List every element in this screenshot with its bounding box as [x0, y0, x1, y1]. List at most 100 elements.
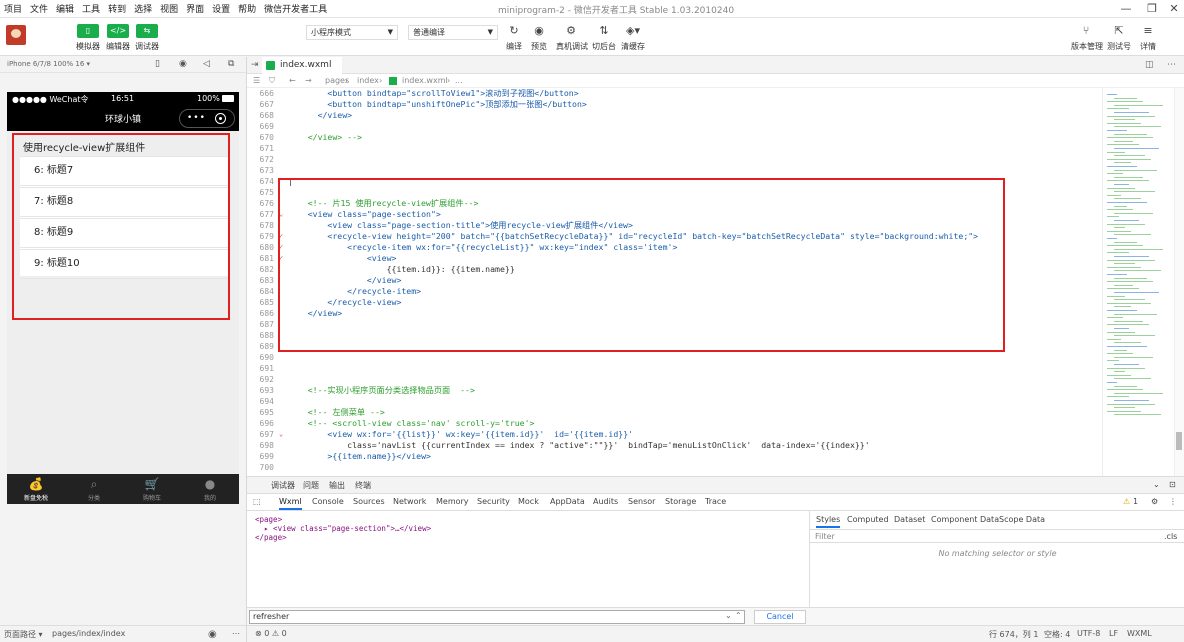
- tab-sensor[interactable]: Sensor: [628, 497, 655, 506]
- backstage-button[interactable]: ⇅ 切后台: [589, 24, 619, 52]
- popout-icon[interactable]: ⧉: [228, 59, 234, 69]
- test-account-button[interactable]: ⇱ 测试号: [1104, 24, 1134, 52]
- tab-scope-data[interactable]: Scope Data: [999, 515, 1045, 524]
- close-mini-icon[interactable]: [215, 113, 226, 124]
- tab-new-duty-free[interactable]: 💰 新盘免税: [7, 474, 65, 504]
- tab-audits[interactable]: Audits: [593, 497, 618, 506]
- menu-tools[interactable]: 工具: [78, 2, 104, 15]
- record-icon[interactable]: ◉: [179, 59, 187, 69]
- tree-node[interactable]: </page>: [255, 533, 287, 542]
- tab-index-wxml[interactable]: index.wxml: [262, 57, 342, 74]
- encoding[interactable]: UTF-8: [1077, 629, 1100, 638]
- details-button[interactable]: ≡ 详情: [1133, 24, 1163, 52]
- more-icon[interactable]: ⋯: [232, 629, 240, 638]
- eol[interactable]: LF: [1109, 629, 1118, 638]
- language-mode[interactable]: WXML: [1127, 629, 1152, 638]
- mode-select[interactable]: 小程序模式 ▼: [306, 25, 398, 40]
- phone-icon[interactable]: ▯: [155, 59, 160, 69]
- tab-mine[interactable]: ● 我的: [181, 474, 239, 504]
- chevron-down-icon[interactable]: ⌄: [725, 611, 732, 620]
- menu-edit[interactable]: 编辑: [52, 2, 78, 15]
- vertical-scrollbar[interactable]: [1174, 88, 1184, 476]
- sound-icon[interactable]: ◁: [203, 59, 210, 69]
- inspect-icon[interactable]: ⬚: [253, 497, 261, 506]
- tab-computed[interactable]: Computed: [847, 515, 889, 524]
- breadcrumb-item[interactable]: index.wxml: [402, 76, 448, 85]
- fold-marker-icon[interactable]: ⌄: [279, 429, 283, 440]
- find-input[interactable]: refresher: [249, 610, 745, 624]
- close-panel-icon[interactable]: ⊡: [1169, 480, 1176, 489]
- tab-console[interactable]: Console: [312, 497, 344, 506]
- menu-interface[interactable]: 界面: [182, 2, 208, 15]
- preview-button[interactable]: ◉ 预览: [524, 24, 554, 52]
- tab-issues[interactable]: 问题: [303, 480, 319, 491]
- simulator-button[interactable]: ▯ 模拟器: [71, 24, 105, 52]
- indent-setting[interactable]: 空格: 4: [1044, 629, 1070, 640]
- minimize-icon[interactable]: —: [1120, 2, 1132, 15]
- menu-settings[interactable]: 设置: [208, 2, 234, 15]
- tab-trace[interactable]: Trace: [705, 497, 726, 506]
- tab-memory[interactable]: Memory: [436, 497, 469, 506]
- tree-node[interactable]: ▸ <view class="page-section">…</view>: [255, 524, 431, 533]
- more-icon[interactable]: ⋯: [1167, 60, 1176, 70]
- avatar[interactable]: [6, 25, 26, 45]
- page-path-label[interactable]: 页面路径 ▾: [4, 629, 43, 640]
- compile-mode-select[interactable]: 普通编译 ▼: [408, 25, 498, 40]
- cls-toggle[interactable]: .cls: [1164, 532, 1177, 541]
- tab-storage[interactable]: Storage: [665, 497, 696, 506]
- remote-debug-button[interactable]: ⚙ 真机调试: [556, 24, 588, 52]
- menu-project[interactable]: 项目: [0, 2, 26, 15]
- close-icon[interactable]: ✕: [1168, 2, 1180, 15]
- minimize-panel-icon[interactable]: ⌄: [1153, 480, 1160, 489]
- problems-count[interactable]: ⊗ 0 ⚠ 0: [255, 629, 287, 638]
- tab-bar: 💰 新盘免税 ⌕ 分类 🛒 购物车 ● 我的: [7, 474, 239, 504]
- tab-component-data[interactable]: Component Data: [931, 515, 999, 524]
- chevron-up-icon[interactable]: ⌃: [735, 611, 742, 620]
- filter-input[interactable]: Filter: [815, 532, 835, 541]
- split-icon[interactable]: ◫: [1145, 60, 1154, 70]
- tab-category[interactable]: ⌕ 分类: [65, 474, 123, 504]
- tab-network[interactable]: Network: [393, 497, 426, 506]
- settings-icon[interactable]: ⚙: [1151, 497, 1158, 506]
- cursor-position[interactable]: 行 674，列 1: [989, 629, 1038, 640]
- capsule-button[interactable]: •••: [179, 109, 235, 128]
- debugger-button[interactable]: ⇆ 调试器: [130, 24, 164, 52]
- tab-styles[interactable]: Styles: [816, 515, 841, 528]
- breadcrumb-item[interactable]: ...: [455, 76, 463, 85]
- menu-help[interactable]: 帮助: [234, 2, 260, 15]
- menu-select[interactable]: 选择: [130, 2, 156, 15]
- menu-view[interactable]: 视图: [156, 2, 182, 15]
- back-icon[interactable]: ←: [289, 76, 296, 85]
- tab-sources[interactable]: Sources: [353, 497, 385, 506]
- version-button[interactable]: ⑂ 版本管理: [1071, 24, 1103, 52]
- cancel-button[interactable]: Cancel: [754, 610, 806, 624]
- collapse-icon[interactable]: ⇥: [251, 60, 259, 70]
- menu-wechat-devtools[interactable]: 微信开发者工具: [260, 2, 331, 15]
- tab-wxml[interactable]: Wxml: [279, 497, 302, 510]
- minimap[interactable]: [1102, 88, 1174, 476]
- clear-cache-button[interactable]: ◈▾ 清缓存: [618, 24, 648, 52]
- eye-icon[interactable]: ◉: [208, 629, 217, 640]
- styles-filter[interactable]: Filter .cls: [810, 529, 1184, 543]
- more-icon[interactable]: •••: [187, 113, 206, 123]
- tab-dataset[interactable]: Dataset: [894, 515, 925, 524]
- forward-icon[interactable]: →: [305, 76, 312, 85]
- tab-terminal[interactable]: 终端: [355, 480, 371, 491]
- scrollbar-thumb[interactable]: [1176, 432, 1182, 450]
- menu-file[interactable]: 文件: [26, 2, 52, 15]
- tab-debugger[interactable]: 调试器: [271, 480, 295, 491]
- bookmark-icon[interactable]: ⛉: [269, 76, 275, 86]
- more-icon[interactable]: ⋮: [1169, 497, 1177, 506]
- tab-cart[interactable]: 🛒 购物车: [123, 474, 181, 504]
- breadcrumb-item[interactable]: index: [357, 76, 379, 85]
- tab-mock[interactable]: Mock: [518, 497, 539, 506]
- hamburger-icon[interactable]: ☰: [253, 76, 260, 85]
- tab-security[interactable]: Security: [477, 497, 510, 506]
- tab-output[interactable]: 输出: [329, 480, 345, 491]
- menu-goto[interactable]: 转到: [104, 2, 130, 15]
- warning-icon[interactable]: ⚠: [1123, 497, 1130, 506]
- maximize-icon[interactable]: ❐: [1146, 2, 1158, 15]
- device-select[interactable]: iPhone 6/7/8 100% 16 ▾: [7, 60, 90, 68]
- tree-node[interactable]: <page>: [255, 515, 282, 524]
- tab-appdata[interactable]: AppData: [550, 497, 585, 506]
